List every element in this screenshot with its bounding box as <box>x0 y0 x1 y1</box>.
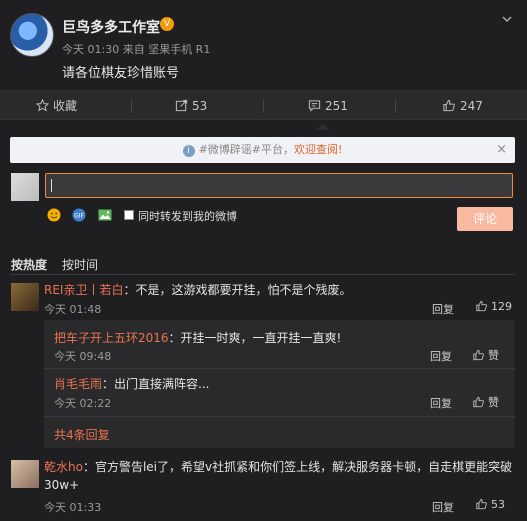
my-avatar <box>11 173 39 201</box>
reply-item: 肖毛毛雨：出门直接满阵容... <box>54 375 209 392</box>
divider <box>44 368 515 369</box>
like-button[interactable]: 247 <box>442 91 483 121</box>
svg-text:GIF: GIF <box>74 213 84 220</box>
reply-button[interactable]: 回复 <box>432 499 454 515</box>
thumbs-up-icon <box>443 99 455 112</box>
post-action-bar: 收藏 53 251 247 <box>0 90 527 120</box>
reply-like-label: 赞 <box>488 396 499 409</box>
divider <box>131 99 132 113</box>
reply-button[interactable]: 回复 <box>432 301 454 317</box>
like-count: 247 <box>460 99 483 113</box>
reply-text: ：出门直接满阵容... <box>102 377 210 391</box>
reply-button[interactable]: 回复 <box>430 395 452 411</box>
author-avatar[interactable] <box>10 13 54 57</box>
close-icon[interactable]: × <box>496 137 507 163</box>
divider <box>395 99 396 113</box>
chevron-down-icon[interactable] <box>500 12 514 26</box>
gif-icon[interactable]: GIF <box>71 207 87 223</box>
sort-by-time-tab[interactable]: 按时间 <box>62 256 98 273</box>
star-icon <box>35 98 50 112</box>
comment-author[interactable]: REI亲卫丨若白 <box>44 283 123 297</box>
post-meta: 今天 01:30 来自 坚果手机 R1 <box>62 43 211 56</box>
reply-button[interactable]: 回复 <box>430 348 452 364</box>
comment-item: 乾水ho：官方警告lei了，希望v社抓紧和你们签上线，解决服务器卡顿，自走棋更能… <box>44 458 512 475</box>
comment-input[interactable] <box>45 173 513 198</box>
replies-panel: 把车子开上五环2016：开挂一时爽，一直开挂一直爽! 今天 09:48 回复 赞… <box>44 320 515 448</box>
comment-like-button[interactable]: 53 <box>475 498 505 511</box>
forward-button[interactable]: 53 <box>175 91 207 121</box>
reply-time: 今天 09:48 <box>54 350 112 363</box>
submit-comment-button[interactable]: 评论 <box>457 207 513 231</box>
comment-like-count: 53 <box>491 498 505 511</box>
comment-text: ：不是，这游戏都要开挂，怕不是个残废。 <box>123 283 352 297</box>
reply-like-button[interactable]: 赞 <box>472 394 499 410</box>
emoji-icon[interactable] <box>46 207 62 223</box>
reply-author[interactable]: 把车子开上五环2016 <box>54 331 169 345</box>
notice-text: #微博辟谣#平台， <box>198 143 294 156</box>
divider <box>44 416 515 417</box>
text-cursor <box>51 179 52 192</box>
author-name[interactable]: 巨鸟多多工作室 <box>62 17 160 37</box>
more-replies-link[interactable]: 共4条回复 <box>54 426 110 443</box>
comment-item: REI亲卫丨若白：不是，这游戏都要开挂，怕不是个残废。 <box>44 281 351 298</box>
thumbs-up-icon <box>473 396 484 408</box>
reply-like-label: 赞 <box>488 349 499 362</box>
post-header: 巨鸟多多工作室 V 今天 01:30 来自 坚果手机 R1 请各位棋友珍惜账号 <box>0 0 527 90</box>
reply-time: 今天 02:22 <box>54 397 112 410</box>
comment-author[interactable]: 乾水ho <box>44 460 83 474</box>
comment-text-continued: 30w+ <box>44 478 80 492</box>
comment-caret <box>316 123 330 130</box>
notice-bar[interactable]: i #微博辟谣#平台，欢迎查阅! × <box>10 137 515 163</box>
comment-count: 251 <box>325 99 348 113</box>
divider <box>263 99 264 113</box>
reply-text: ：开挂一时爽，一直开挂一直爽! <box>168 331 342 345</box>
info-icon: i <box>182 145 195 157</box>
comment-button[interactable]: 251 <box>308 91 348 121</box>
comment-time: 今天 01:33 <box>44 501 102 514</box>
favorite-button[interactable]: 收藏 <box>35 91 78 121</box>
reply-like-button[interactable]: 赞 <box>472 347 499 363</box>
comment-avatar[interactable] <box>11 283 39 311</box>
post-text: 请各位棋友珍惜账号 <box>62 66 180 81</box>
favorite-label: 收藏 <box>53 99 78 113</box>
reply-author[interactable]: 肖毛毛雨 <box>54 377 102 391</box>
comment-like-count: 129 <box>491 300 512 313</box>
forward-icon <box>175 99 188 112</box>
reply-item: 把车子开上五环2016：开挂一时爽，一直开挂一直爽! <box>54 329 341 346</box>
comment-avatar[interactable] <box>11 460 39 488</box>
forward-checkbox[interactable] <box>124 210 134 220</box>
forward-checkbox-label[interactable]: 同时转发到我的微博 <box>138 208 237 224</box>
thumbs-up-icon <box>473 349 484 361</box>
notice-link[interactable]: 欢迎查阅! <box>294 143 342 156</box>
comment-text: ：官方警告lei了，希望v社抓紧和你们签上线，解决服务器卡顿，自走棋更能突破 <box>82 460 513 474</box>
sort-by-hot-tab[interactable]: 按热度 <box>11 256 47 273</box>
comment-time: 今天 01:48 <box>44 303 102 316</box>
image-icon[interactable] <box>97 207 113 223</box>
comment-like-button[interactable]: 129 <box>475 300 512 313</box>
thumbs-up-icon <box>476 498 487 510</box>
thumbs-up-icon <box>476 300 487 312</box>
forward-count: 53 <box>192 99 208 113</box>
comment-icon <box>308 100 321 112</box>
vip-badge-icon: V <box>160 17 174 31</box>
divider <box>10 274 515 275</box>
